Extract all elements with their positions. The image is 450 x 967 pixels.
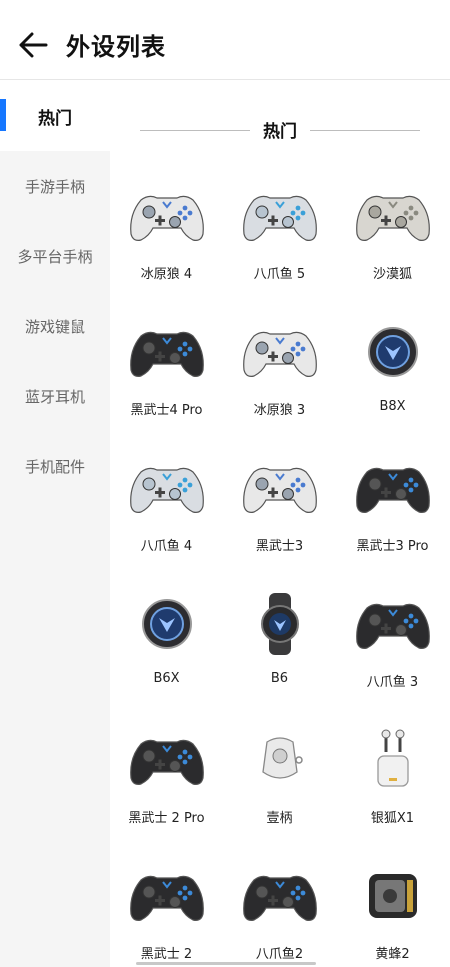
sidebar-item-bluetooth-headphones[interactable]: 蓝牙耳机 xyxy=(0,361,110,431)
product-card[interactable]: 黑武士4 Pro xyxy=(110,317,223,453)
phone-cooler-icon xyxy=(239,589,321,659)
phone-grip-icon xyxy=(352,861,434,931)
sidebar-item-keyboard-mouse[interactable]: 游戏键鼠 xyxy=(0,291,110,361)
product-card[interactable]: B8X xyxy=(336,317,449,453)
divider xyxy=(310,130,420,131)
product-name: 黑武士3 xyxy=(255,539,304,554)
mini-controller-icon xyxy=(239,725,321,795)
product-card[interactable]: 黑武士 2 Pro xyxy=(110,725,223,861)
product-card[interactable]: 黄蜂2 xyxy=(336,861,449,967)
product-name: 八爪鱼 4 xyxy=(140,539,193,554)
sidebar-item-phone-accessories[interactable]: 手机配件 xyxy=(0,431,110,501)
product-name: 八爪鱼2 xyxy=(255,947,304,962)
product-name: 沙漠狐 xyxy=(372,267,412,282)
product-name: 黄蜂2 xyxy=(375,947,410,962)
sidebar-item-label: 多平台手柄 xyxy=(17,247,93,266)
back-button[interactable] xyxy=(16,28,50,62)
gamepad-beige-icon xyxy=(352,181,434,251)
product-name: 壹柄 xyxy=(266,811,293,826)
gamepad-white-icon xyxy=(239,317,321,387)
sidebar-item-label: 游戏键鼠 xyxy=(24,317,85,336)
product-card[interactable]: 八爪鱼 5 xyxy=(223,181,336,317)
product-name: B6 xyxy=(270,671,289,686)
product-name: B6X xyxy=(153,671,180,686)
product-card[interactable]: 八爪鱼2 xyxy=(223,861,336,967)
round-controller-icon xyxy=(352,317,434,387)
product-card[interactable]: B6 xyxy=(223,589,336,725)
product-name: 黑武士 2 xyxy=(140,947,193,962)
product-name: 黑武士4 Pro xyxy=(130,403,203,418)
earbuds-icon xyxy=(352,725,434,795)
gamepad-black-icon xyxy=(239,861,321,931)
gamepad-transparent-icon xyxy=(126,453,208,523)
gamepad-black-icon xyxy=(126,861,208,931)
sidebar-item-label: 手机配件 xyxy=(24,457,85,476)
product-name: 八爪鱼 3 xyxy=(366,675,419,690)
product-card[interactable]: 壹柄 xyxy=(223,725,336,861)
gamepad-black-icon xyxy=(352,453,434,523)
product-card[interactable]: B6X xyxy=(110,589,223,725)
sidebar-item-label: 手游手柄 xyxy=(24,177,85,196)
sidebar-item-label: 热门 xyxy=(38,108,72,129)
product-card[interactable]: 黑武士3 xyxy=(223,453,336,589)
sidebar-item-label: 蓝牙耳机 xyxy=(24,387,85,406)
product-card[interactable]: 银狐X1 xyxy=(336,725,449,861)
sidebar-item-multiplatform-gamepads[interactable]: 多平台手柄 xyxy=(0,221,110,291)
scrollbar[interactable] xyxy=(136,962,316,965)
product-name: 冰原狼 3 xyxy=(253,403,306,418)
active-indicator xyxy=(0,99,6,131)
page-title: 外设列表 xyxy=(66,33,166,61)
gamepad-black-icon xyxy=(352,589,434,659)
product-card[interactable]: 八爪鱼 3 xyxy=(336,589,449,725)
arrow-left-icon xyxy=(19,32,48,58)
product-card[interactable]: 冰原狼 4 xyxy=(110,181,223,317)
category-sidebar: 热门 手游手柄 多平台手柄 游戏键鼠 蓝牙耳机 手机配件 xyxy=(0,81,110,967)
product-name: B8X xyxy=(379,399,406,414)
product-card[interactable]: 黑武士3 Pro xyxy=(336,453,449,589)
round-controller-icon xyxy=(126,589,208,659)
product-panel: 热门 冰原狼 4 八爪鱼 5 沙漠狐黑武士4 Pro 冰原狼 3 B8X 八爪鱼 4 黑武士… xyxy=(110,81,450,967)
product-card[interactable]: 八爪鱼 4 xyxy=(110,453,223,589)
product-card[interactable]: 沙漠狐 xyxy=(336,181,449,317)
product-card[interactable]: 冰原狼 3 xyxy=(223,317,336,453)
gamepad-black-icon xyxy=(126,725,208,795)
header: 外设列表 xyxy=(0,0,450,80)
product-name: 八爪鱼 5 xyxy=(253,267,306,282)
gamepad-white-icon xyxy=(126,181,208,251)
product-name: 黑武士 2 Pro xyxy=(128,811,205,826)
gamepad-white-icon xyxy=(239,453,321,523)
product-card[interactable]: 黑武士 2 xyxy=(110,861,223,967)
gamepad-transparent-icon xyxy=(239,181,321,251)
gamepad-black-icon xyxy=(126,317,208,387)
sidebar-item-hot[interactable]: 热门 xyxy=(0,81,110,151)
sidebar-item-mobile-gamepads[interactable]: 手游手柄 xyxy=(0,151,110,221)
product-name: 黑武士3 Pro xyxy=(356,539,429,554)
product-name: 银狐X1 xyxy=(370,811,415,826)
section-header: 热门 xyxy=(110,117,450,143)
product-name: 冰原狼 4 xyxy=(140,267,193,282)
